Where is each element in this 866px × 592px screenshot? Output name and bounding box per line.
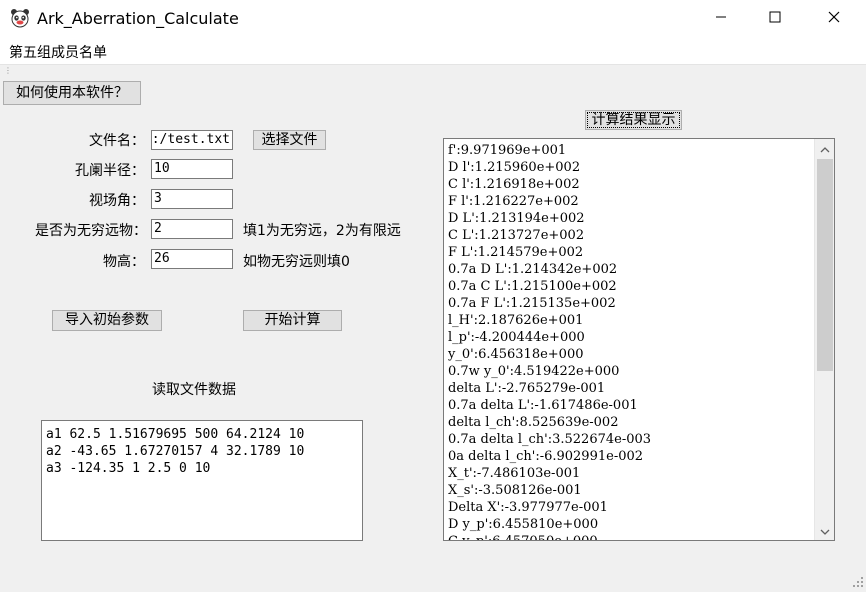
field-angle-input[interactable]: 3 xyxy=(151,189,233,209)
title-bar: Ark_Aberration_Calculate xyxy=(0,0,866,38)
result-line: 0.7a D L':1.214342e+002 xyxy=(448,262,618,277)
maximize-button[interactable] xyxy=(752,0,798,38)
choose-file-button[interactable]: 选择文件 xyxy=(253,130,326,150)
file-name-label: 文件名： xyxy=(89,133,145,149)
file-data-line: a2 -43.65 1.67270157 4 32.1789 10 xyxy=(46,444,305,459)
toolbar-grip: ⋮ xyxy=(4,66,12,75)
result-line: delta l_ch':8.525639e-002 xyxy=(448,415,619,430)
result-line: D L':1.213194e+002 xyxy=(448,211,585,226)
infinite-object-hint: 填1为无穷远，2为有限远 xyxy=(243,223,401,239)
result-line: C l':1.216918e+002 xyxy=(448,177,580,192)
results-scrollbar[interactable] xyxy=(814,139,834,540)
infinite-object-input[interactable]: 2 xyxy=(151,219,233,239)
result-line: l_H':2.187626e+001 xyxy=(448,313,584,328)
result-line: D y_p':6.455810e+000 xyxy=(448,517,599,532)
scroll-up-arrow[interactable] xyxy=(815,140,834,157)
file-data-line: a1 62.5 1.51679695 500 64.2124 10 xyxy=(46,427,305,442)
chevron-up-icon xyxy=(820,141,830,157)
result-line: F l':1.216227e+002 xyxy=(448,194,579,209)
file-data-line: a3 -124.35 1 2.5 0 10 xyxy=(46,461,211,476)
close-icon xyxy=(828,11,840,27)
app-panda-icon xyxy=(10,8,30,28)
result-line: delta L':-2.765279e-001 xyxy=(448,381,606,396)
result-line: C L':1.213727e+002 xyxy=(448,228,585,243)
result-line: 0.7a F L':1.215135e+002 xyxy=(448,296,616,311)
minimize-icon xyxy=(715,11,727,27)
file-data-textarea[interactable]: a1 62.5 1.51679695 500 64.2124 10 a2 -43… xyxy=(41,420,363,541)
result-line: Delta X':-3.977977e-001 xyxy=(448,500,608,515)
result-line: 0.7a C L':1.215100e+002 xyxy=(448,279,617,294)
result-line: X_s':-3.508126e-001 xyxy=(448,483,582,498)
window-title: Ark_Aberration_Calculate xyxy=(37,9,239,28)
result-display-button[interactable]: 计算结果显示 xyxy=(585,110,682,130)
results-list: f':9.971969e+001 D l':1.215960e+002 C l':1… xyxy=(448,142,812,540)
result-line: f':9.971969e+001 xyxy=(448,143,567,158)
object-height-hint: 如物无穷远则填0 xyxy=(243,254,350,270)
result-line: 0.7w y_0':4.519422e+000 xyxy=(448,364,620,379)
minimize-button[interactable] xyxy=(698,0,744,38)
import-params-button[interactable]: 导入初始参数 xyxy=(52,310,162,331)
help-button[interactable]: 如何使用本软件？ xyxy=(3,81,141,105)
chevron-down-icon xyxy=(820,523,830,539)
close-button[interactable] xyxy=(811,0,857,38)
infinite-object-label: 是否为无穷远物： xyxy=(35,223,147,239)
scroll-down-arrow[interactable] xyxy=(815,522,834,539)
result-line: 0.7a delta L':-1.617486e-001 xyxy=(448,398,638,413)
scroll-thumb[interactable] xyxy=(817,159,833,371)
result-line: F L':1.214579e+002 xyxy=(448,245,584,260)
file-name-input[interactable]: D:/test.txt xyxy=(151,130,233,150)
maximize-icon xyxy=(769,11,781,27)
menu-bar: 第五组成员名单 xyxy=(0,38,866,65)
aperture-radius-input[interactable]: 10 xyxy=(151,159,233,179)
field-angle-label: 视场角： xyxy=(89,193,145,209)
object-height-label: 物高： xyxy=(103,254,145,270)
results-textarea[interactable]: f':9.971969e+001 D l':1.215960e+002 C l':1… xyxy=(443,138,835,541)
result-line: 0a delta l_ch':-6.902991e-002 xyxy=(448,449,644,464)
result-line: C y_p':6.457050e+000 xyxy=(448,533,812,540)
file-data-label: 读取文件数据 xyxy=(152,382,236,398)
result-line: 0.7a delta l_ch':3.522674e-003 xyxy=(448,432,652,447)
result-line: y_0':6.456318e+000 xyxy=(448,347,584,362)
resize-grip-icon[interactable] xyxy=(852,576,864,588)
result-line: l_p':-4.200444e+000 xyxy=(448,330,585,345)
result-line: D l':1.215960e+002 xyxy=(448,160,581,175)
start-calc-button[interactable]: 开始计算 xyxy=(243,310,342,331)
result-line: X_t':-7.486103e-001 xyxy=(448,466,581,481)
aperture-radius-label: 孔阑半径： xyxy=(75,163,145,179)
object-height-input[interactable]: 26 xyxy=(151,249,233,269)
menu-item-members[interactable]: 第五组成员名单 xyxy=(9,42,107,62)
